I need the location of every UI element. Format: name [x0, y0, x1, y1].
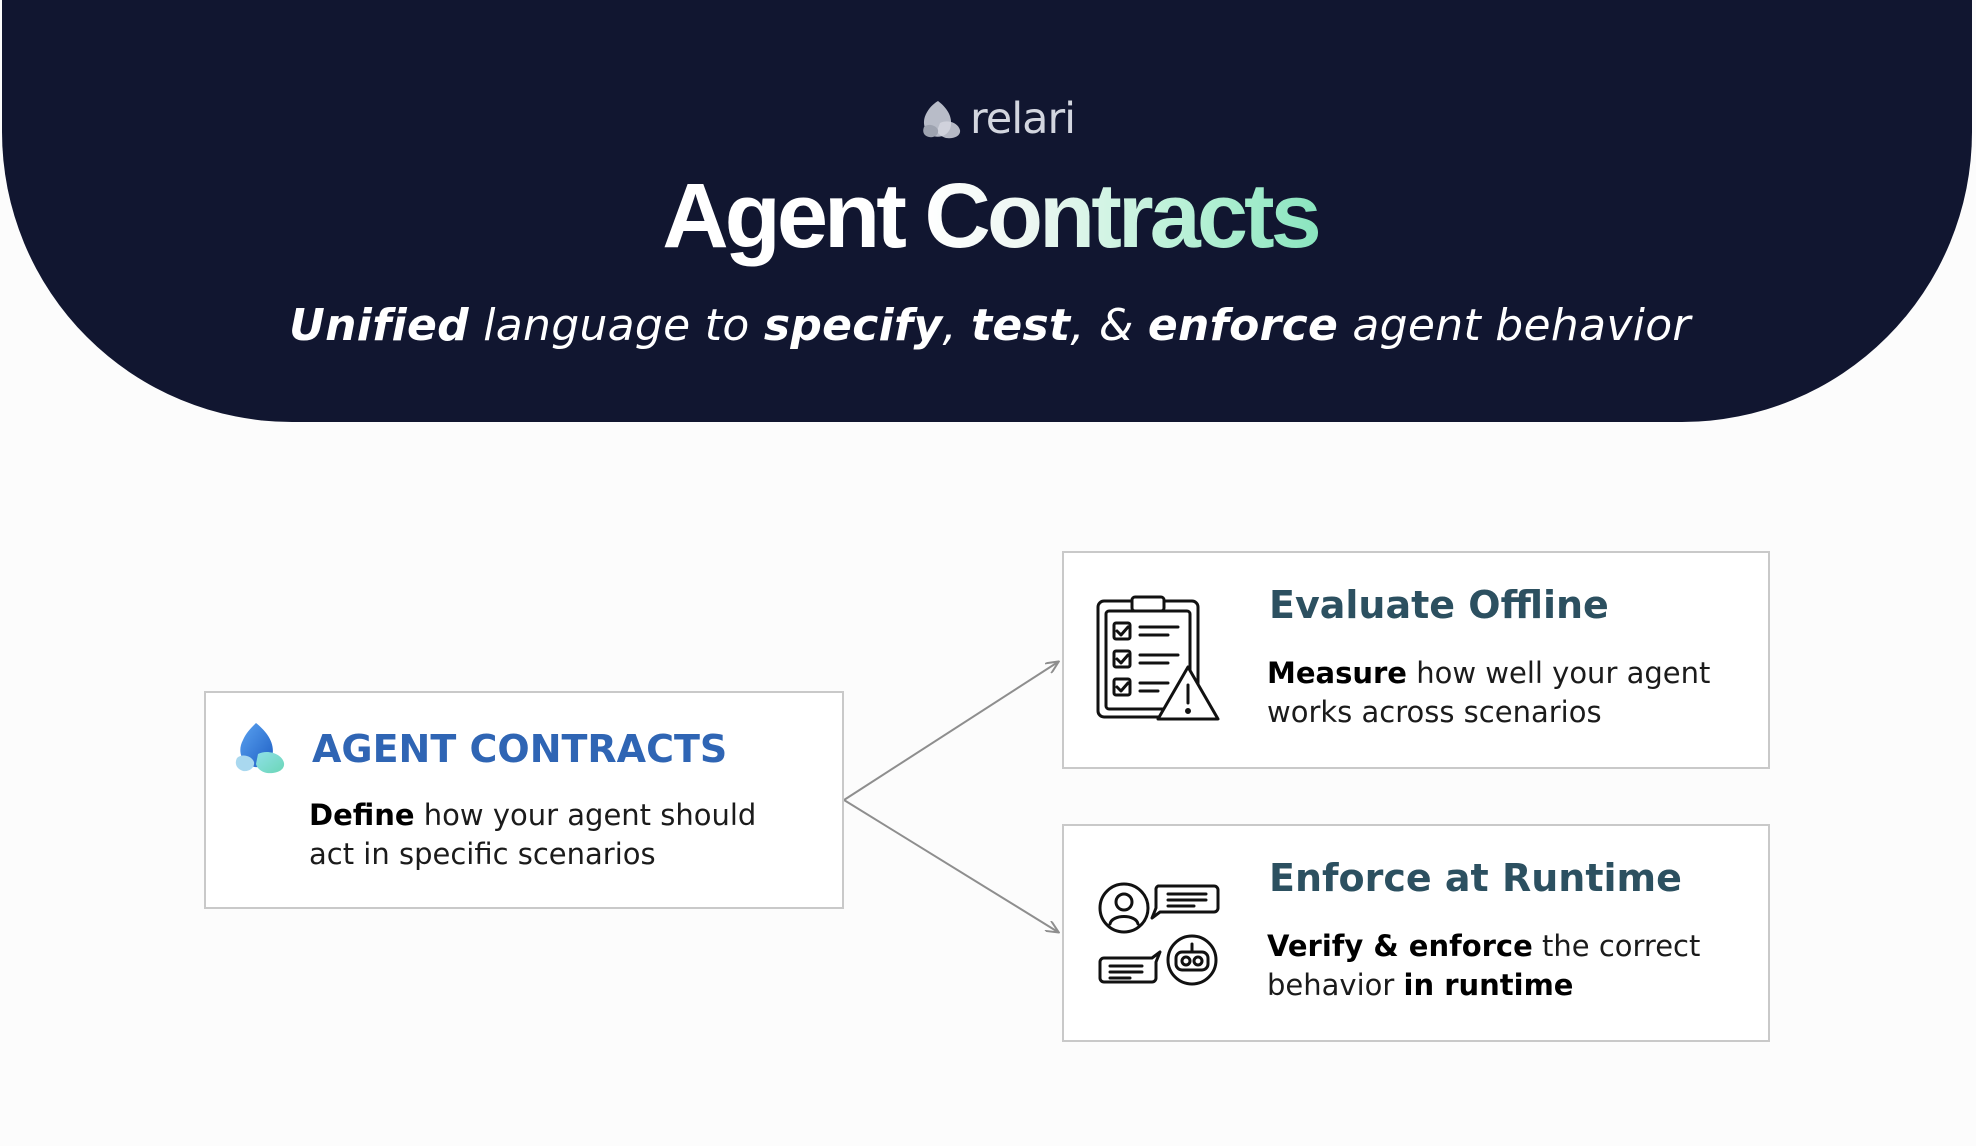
desc-bold-runtime: in runtime — [1403, 968, 1574, 1002]
checklist-warning-icon — [1096, 595, 1220, 721]
tagline-text: , — [942, 300, 972, 351]
agent-contracts-card: AGENT CONTRACTS Define how your agent sh… — [204, 691, 844, 909]
tagline: Unified language to specify, test, & enf… — [2, 300, 1976, 353]
title-word-contracts: Contracts — [924, 165, 1321, 267]
tagline-unified: Unified — [289, 300, 469, 351]
card-desc-evaluate: Measure how well your agent works across… — [1267, 654, 1747, 732]
hero-banner: relari Agent Contracts Unified language … — [2, 0, 1972, 422]
enforce-runtime-card: Enforce at Runtime Verify & enforce the … — [1062, 824, 1770, 1042]
card-title-agent-contracts: AGENT CONTRACTS — [312, 727, 728, 771]
page-title: Agent Contracts — [2, 165, 1976, 267]
relari-logo-icon — [923, 101, 961, 139]
tagline-test: test — [971, 300, 1071, 351]
title-word-agent: Agent — [662, 165, 907, 267]
tagline-specify: specify — [763, 300, 943, 351]
card-title-evaluate: Evaluate Offline — [1269, 583, 1609, 627]
tagline-enforce: enforce — [1147, 300, 1339, 351]
brand-logo: relari — [918, 93, 1076, 144]
tagline-text: , & — [1070, 300, 1148, 351]
tagline-text: language to — [468, 300, 764, 351]
arrow-to-enforce — [843, 799, 1058, 932]
brand-name: relari — [970, 93, 1076, 144]
desc-bold-define: Define — [309, 798, 415, 832]
arrow-to-evaluate — [843, 662, 1058, 801]
desc-bold-measure: Measure — [1267, 656, 1407, 690]
tagline-text: agent behavior — [1338, 300, 1691, 351]
evaluate-offline-card: Evaluate Offline Measure how well your a… — [1062, 551, 1770, 769]
card-desc-enforce: Verify & enforce the correct behavior in… — [1267, 927, 1747, 1005]
card-desc-define: Define how your agent should act in spec… — [309, 796, 809, 874]
relari-logo-icon — [235, 723, 285, 774]
card-title-enforce: Enforce at Runtime — [1269, 856, 1682, 900]
user-bot-chat-icon — [1098, 882, 1220, 986]
desc-bold-verify: Verify & enforce — [1267, 929, 1533, 963]
